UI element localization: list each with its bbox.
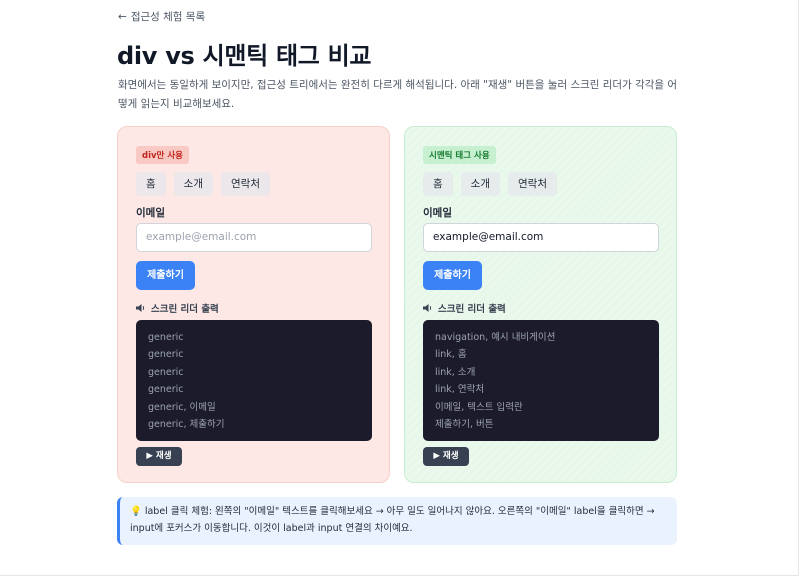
semantic-panel: 시맨틱 태그 사용 홈 소개 연락처 이메일 example@email.com… [404,126,677,483]
sr-output-line: link, 홈 [435,349,467,361]
sr-output-line: link, 소개 [435,366,476,378]
page-title: div vs 시맨틱 태그 비교 [117,42,372,70]
semantic-email-field[interactable]: example@email.com [423,223,659,252]
semantic-email-label[interactable]: 이메일 [423,205,452,220]
div-panel: div만 사용 홈 소개 연락처 이메일 example@email.com 제… [117,126,390,483]
intro-text: 화면에서는 동일하게 보이지만, 접근성 트리에서는 완전히 다르게 해석됩니다… [118,79,678,110]
div-nav: 홈 소개 연락처 [136,172,270,196]
sr-output-line: generic, 이메일 [148,401,216,413]
semantic-badge: 시맨틱 태그 사용 [423,146,496,164]
sr-output-line: generic [148,384,184,396]
div-email-label[interactable]: 이메일 [136,205,165,220]
semantic-nav-link-about[interactable]: 소개 [460,172,500,196]
semantic-nav: 홈 소개 연락처 [423,172,557,196]
semantic-play-button[interactable]: ▶ 재생 [423,447,469,466]
semantic-nav-link-home[interactable]: 홈 [423,172,453,196]
sr-output-line: generic [148,332,184,343]
next-section-heading-clipped [117,571,377,577]
arrow-left-icon: ← [118,10,127,23]
sr-output-line: link, 연락처 [435,384,485,396]
sr-output-line: navigation, 예시 내비게이션 [435,332,556,343]
sr-output-line: generic [148,349,184,361]
div-sr-heading: 스크린 리더 출력 [136,301,219,315]
speaker-icon [423,304,432,312]
div-nav-item-contact[interactable]: 연락처 [221,172,270,196]
semantic-submit-button[interactable]: 제출하기 [423,261,482,290]
back-link-label: 접근성 체험 목록 [130,11,206,23]
speaker-icon [136,304,145,312]
sr-output-line: generic [148,366,184,378]
semantic-nav-link-contact[interactable]: 연락처 [508,172,557,196]
div-nav-item-about[interactable]: 소개 [173,172,213,196]
div-sr-heading-label: 스크린 리더 출력 [151,304,219,315]
sr-output-line: 제출하기, 버튼 [435,419,494,431]
back-link[interactable]: ← 접근성 체험 목록 [118,9,205,24]
div-submit-button[interactable]: 제출하기 [136,261,195,290]
div-sr-output: generic generic generic generic generic,… [136,320,372,441]
label-tip-callout: 💡 label 클릭 체험: 왼쪽의 "이메일" 텍스트를 클릭해보세요 → 아… [117,497,677,545]
semantic-sr-heading-label: 스크린 리더 출력 [438,304,506,315]
tip-text: 💡 label 클릭 체험: 왼쪽의 "이메일" 텍스트를 클릭해보세요 → 아… [130,506,655,534]
div-badge: div만 사용 [136,146,189,164]
sr-output-line: generic, 제출하기 [148,419,225,431]
div-nav-item-home[interactable]: 홈 [136,172,166,196]
semantic-sr-heading: 스크린 리더 출력 [423,301,506,315]
semantic-sr-output: navigation, 예시 내비게이션 link, 홈 link, 소개 li… [423,320,659,441]
sr-output-line: 이메일, 텍스트 입력란 [435,401,523,413]
div-play-button[interactable]: ▶ 재생 [136,447,182,466]
div-email-field[interactable]: example@email.com [136,223,372,252]
